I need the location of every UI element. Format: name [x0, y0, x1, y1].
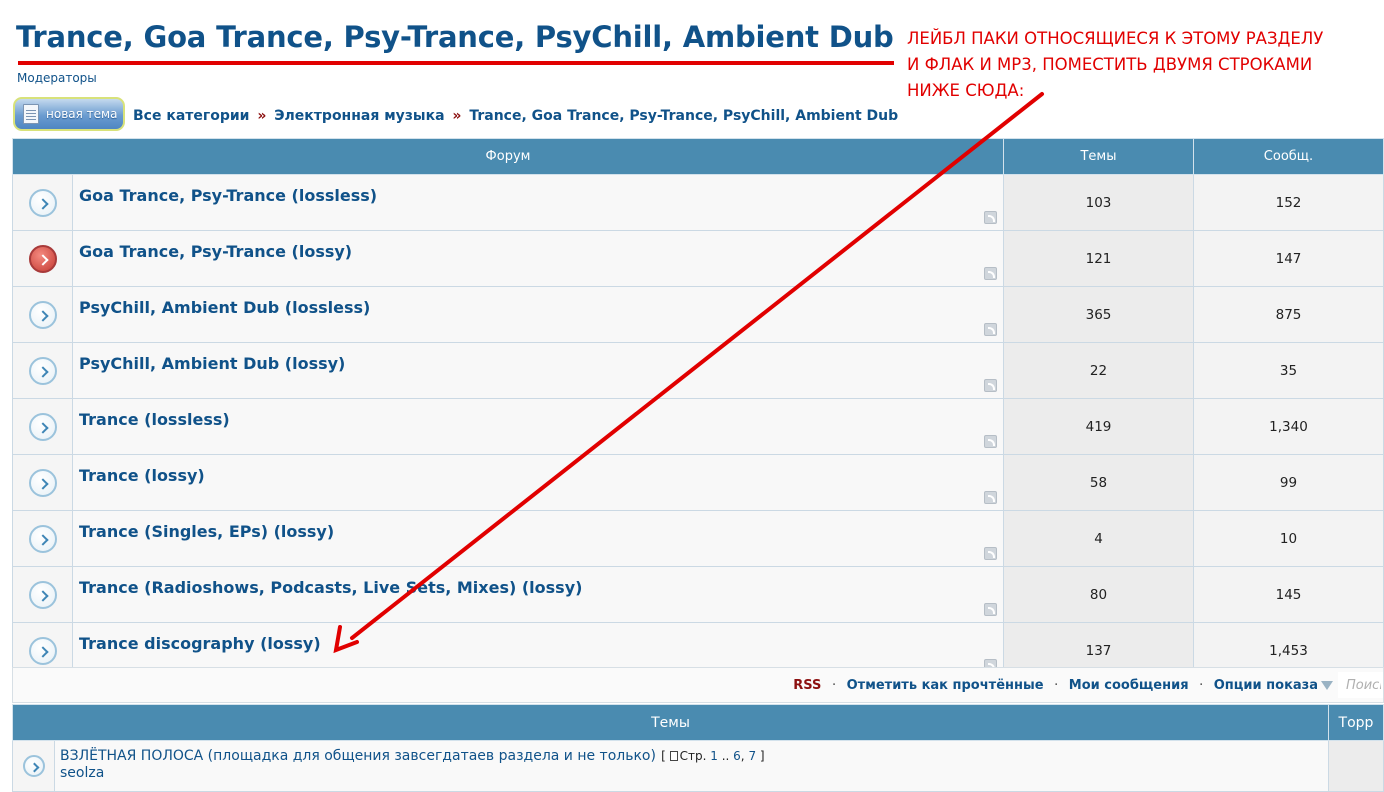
forum-read-icon[interactable]: [28, 188, 57, 217]
forum-posts-count: 35: [1193, 342, 1384, 399]
funnel-icon[interactable]: [1321, 681, 1333, 690]
forum-topics-count: 58: [1003, 454, 1194, 511]
forum-row: Trance (lossless) 419 1,340: [12, 398, 1384, 455]
forum-topics-count: 22: [1003, 342, 1194, 399]
topics-table: Темы Торр ВЗЛЁТНАЯ ПОЛОСА (площадка для …: [12, 704, 1384, 792]
topic-title-link[interactable]: ВЗЛЁТНАЯ ПОЛОСА (площадка для общения за…: [60, 748, 656, 764]
forum-topics-count: 80: [1003, 566, 1194, 623]
rss-feed-icon[interactable]: [984, 491, 997, 504]
forum-row: Goa Trance, Psy-Trance (lossless) 103 15…: [12, 174, 1384, 231]
forum-posts-count: 10: [1193, 510, 1384, 567]
annotation-underline: [18, 61, 894, 65]
action-bar: RSS · Отметить как прочтённые · Мои сооб…: [12, 667, 1384, 703]
display-options-link[interactable]: Опции показа: [1214, 678, 1318, 693]
pages-label: Стр.: [679, 749, 707, 763]
forum-link[interactable]: Trance (lossless): [79, 410, 1002, 429]
forum-row: PsyChill, Ambient Dub (lossy) 22 35: [12, 342, 1384, 399]
rss-feed-icon[interactable]: [984, 267, 997, 280]
page-title[interactable]: Trance, Goa Trance, Psy-Trance, PsyChill…: [16, 20, 894, 54]
torrent-cell: [1328, 740, 1384, 792]
rss-link[interactable]: RSS: [793, 678, 821, 693]
page-link[interactable]: 7: [748, 749, 756, 763]
annotation-line: ЛЕЙБЛ ПАКИ ОТНОСЯЩИЕСЯ К ЭТОМУ РАЗДЕЛУ: [907, 29, 1324, 48]
forum-link[interactable]: PsyChill, Ambient Dub (lossless): [79, 298, 1002, 317]
page-ellipsis: ..: [721, 749, 730, 763]
forum-link[interactable]: Goa Trance, Psy-Trance (lossless): [79, 186, 1002, 205]
forum-posts-count: 1,340: [1193, 398, 1384, 455]
forum-table: Форум Темы Сообщ. Goa Trance, Psy-Trance…: [12, 138, 1384, 679]
topic-read-icon[interactable]: [22, 755, 45, 777]
pagination-open-bracket: [: [661, 749, 666, 763]
rss-feed-icon[interactable]: [984, 435, 997, 448]
page-link[interactable]: 6: [733, 749, 741, 763]
annotation-note: ЛЕЙБЛ ПАКИ ОТНОСЯЩИЕСЯ К ЭТОМУ РАЗДЕЛУ И…: [907, 26, 1323, 104]
action-links: RSS · Отметить как прочтённые · Мои сооб…: [793, 678, 1333, 693]
forum-posts-count: 145: [1193, 566, 1384, 623]
forum-read-icon[interactable]: [28, 412, 57, 441]
forum-read-icon[interactable]: [28, 356, 57, 385]
forum-topics-count: 103: [1003, 174, 1194, 231]
forum-link[interactable]: Trance (Radioshows, Podcasts, Live Sets,…: [79, 578, 1002, 597]
breadcrumb-electronic-music[interactable]: Электронная музыка: [274, 108, 444, 124]
my-posts-link[interactable]: Мои сообщения: [1069, 678, 1189, 693]
forum-topics-count: 419: [1003, 398, 1194, 455]
forum-read-icon[interactable]: [28, 468, 57, 497]
page-link[interactable]: 1: [710, 749, 718, 763]
forum-read-icon[interactable]: [28, 300, 57, 329]
forum-row: Goa Trance, Psy-Trance (lossy) 121 147: [12, 230, 1384, 287]
new-topic-button[interactable]: новая тема: [13, 97, 125, 131]
separator-dot: ·: [831, 678, 837, 693]
forum-topics-count: 4: [1003, 510, 1194, 567]
forum-topics-count: 365: [1003, 286, 1194, 343]
page-icon: [669, 751, 678, 761]
topic-author-link[interactable]: seolza: [60, 765, 1328, 781]
rss-feed-icon[interactable]: [984, 547, 997, 560]
forum-unread-icon[interactable]: [28, 244, 57, 273]
forum-posts-count: 152: [1193, 174, 1384, 231]
forum-read-icon[interactable]: [28, 580, 57, 609]
column-header-topics: Темы: [1003, 138, 1194, 175]
annotation-line: И ФЛАК И MP3, ПОМЕСТИТЬ ДВУМЯ СТРОКАМИ: [907, 55, 1313, 74]
forum-link[interactable]: Trance discography (lossy): [79, 634, 1002, 653]
search-input[interactable]: [1338, 672, 1383, 698]
separator-dot: ·: [1199, 678, 1204, 693]
separator-dot: ·: [1054, 678, 1059, 693]
rss-feed-icon[interactable]: [984, 603, 997, 616]
forum-link[interactable]: Trance (lossy): [79, 466, 1002, 485]
forum-read-icon[interactable]: [28, 524, 57, 553]
topic-pagination: [ Стр. 1 .. 6, 7 ]: [661, 749, 765, 763]
breadcrumb-all-categories[interactable]: Все категории: [133, 108, 249, 124]
rss-feed-icon[interactable]: [984, 211, 997, 224]
new-topic-label: новая тема: [46, 107, 118, 121]
page-comma: ,: [740, 749, 745, 763]
forum-link[interactable]: Trance (Singles, EPs) (lossy): [79, 522, 1002, 541]
mark-read-link[interactable]: Отметить как прочтённые: [847, 678, 1044, 693]
forum-posts-count: 99: [1193, 454, 1384, 511]
forum-topics-count: 121: [1003, 230, 1194, 287]
rss-feed-icon[interactable]: [984, 323, 997, 336]
breadcrumb-separator: »: [452, 108, 462, 124]
topic-row: ВЗЛЁТНАЯ ПОЛОСА (площадка для общения за…: [12, 740, 1384, 792]
forum-row: PsyChill, Ambient Dub (lossless) 365 875: [12, 286, 1384, 343]
forum-posts-count: 875: [1193, 286, 1384, 343]
forum-row: Trance (Singles, EPs) (lossy) 4 10: [12, 510, 1384, 567]
forum-read-icon[interactable]: [28, 636, 57, 665]
column-header-torrent: Торр: [1328, 704, 1384, 741]
breadcrumb: Все категории » Электронная музыка » Tra…: [133, 108, 898, 124]
forum-row: Trance (lossy) 58 99: [12, 454, 1384, 511]
column-header-topics: Темы: [12, 704, 1329, 741]
forum-row: Trance (Radioshows, Podcasts, Live Sets,…: [12, 566, 1384, 623]
breadcrumb-separator: »: [257, 108, 267, 124]
breadcrumb-current-section[interactable]: Trance, Goa Trance, Psy-Trance, PsyChill…: [469, 108, 898, 124]
moderators-link[interactable]: Модераторы: [17, 71, 97, 85]
rss-feed-icon[interactable]: [984, 379, 997, 392]
forum-posts-count: 147: [1193, 230, 1384, 287]
forum-link[interactable]: PsyChill, Ambient Dub (lossy): [79, 354, 1002, 373]
column-header-posts: Сообщ.: [1193, 138, 1384, 175]
annotation-line: НИЖЕ СЮДА:: [907, 81, 1025, 100]
forum-link[interactable]: Goa Trance, Psy-Trance (lossy): [79, 242, 1002, 261]
column-header-forum: Форум: [12, 138, 1004, 175]
document-icon: [23, 104, 39, 124]
pagination-close-bracket: ]: [759, 749, 765, 763]
